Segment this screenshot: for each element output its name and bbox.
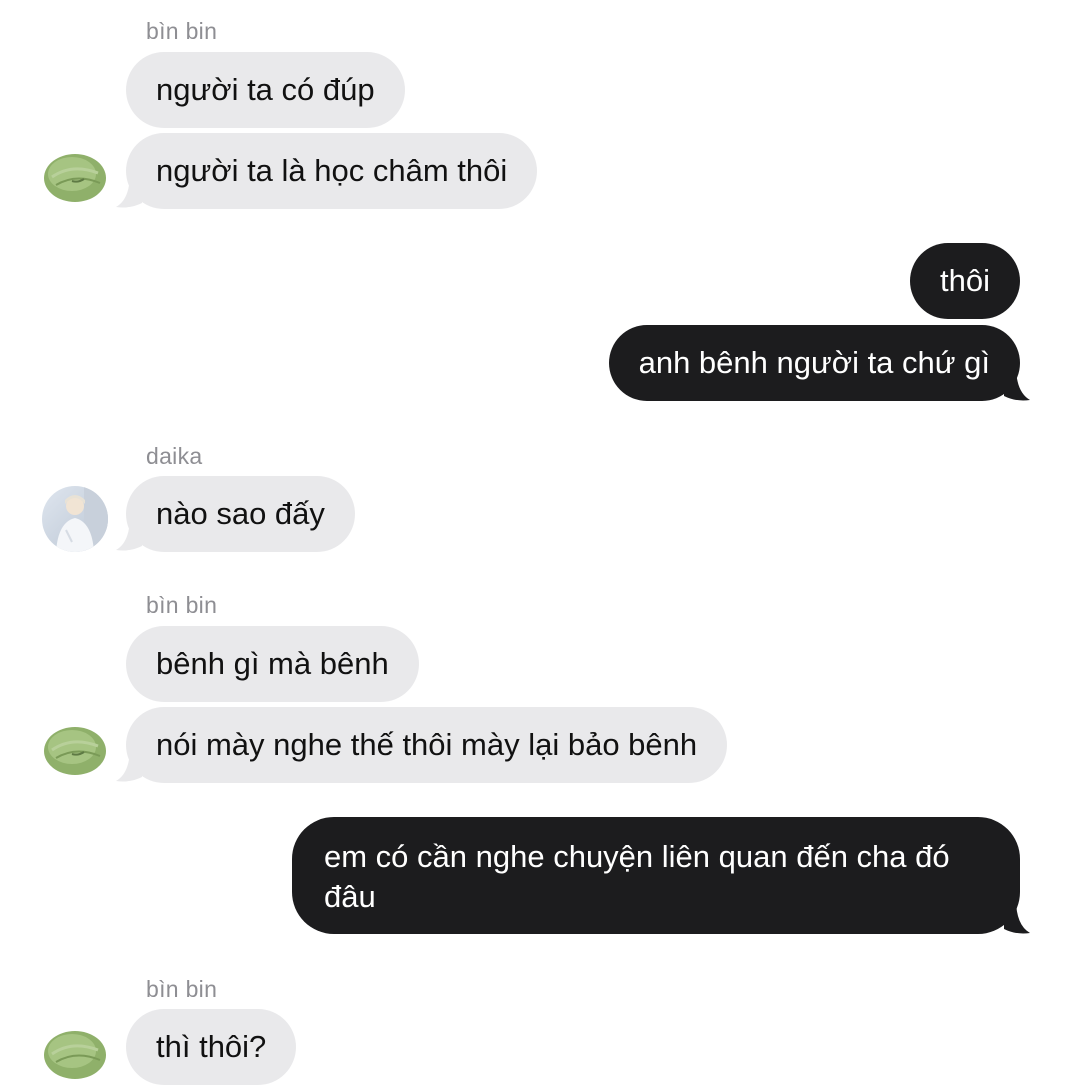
incoming-message[interactable]: người ta có đúp: [126, 52, 405, 128]
bubble-tail: [1004, 366, 1030, 401]
sender-name: bìn bin: [146, 976, 218, 1002]
cabbage-avatar-icon[interactable]: [42, 716, 108, 782]
sender-name: daika: [146, 443, 203, 469]
outgoing-message[interactable]: anh bênh người ta chứ gì: [608, 325, 1020, 401]
incoming-message[interactable]: bênh gì mà bênh: [126, 626, 419, 702]
incoming-message[interactable]: người ta là học châm thôi: [126, 133, 538, 209]
incoming-message[interactable]: nào sao đấy: [126, 476, 355, 552]
incoming-message[interactable]: thì thôi?: [126, 1009, 297, 1085]
bubble-tail: [116, 173, 142, 208]
bubble-tail: [1004, 899, 1030, 934]
bubble-tail: [116, 747, 142, 782]
sender-name: bìn bin: [146, 18, 218, 44]
cabbage-avatar-icon[interactable]: [42, 1020, 108, 1086]
sender-name: bìn bin: [146, 592, 218, 618]
bubble-tail: [116, 516, 142, 551]
outgoing-message[interactable]: em có cần nghe chuyện liên quan đến cha …: [292, 817, 1020, 934]
person-photo-avatar[interactable]: [42, 486, 108, 552]
outgoing-message[interactable]: thôi: [910, 243, 1020, 319]
incoming-message[interactable]: nói mày nghe thế thôi mày lại bảo bênh: [126, 707, 728, 783]
cabbage-avatar-icon[interactable]: [42, 143, 108, 209]
